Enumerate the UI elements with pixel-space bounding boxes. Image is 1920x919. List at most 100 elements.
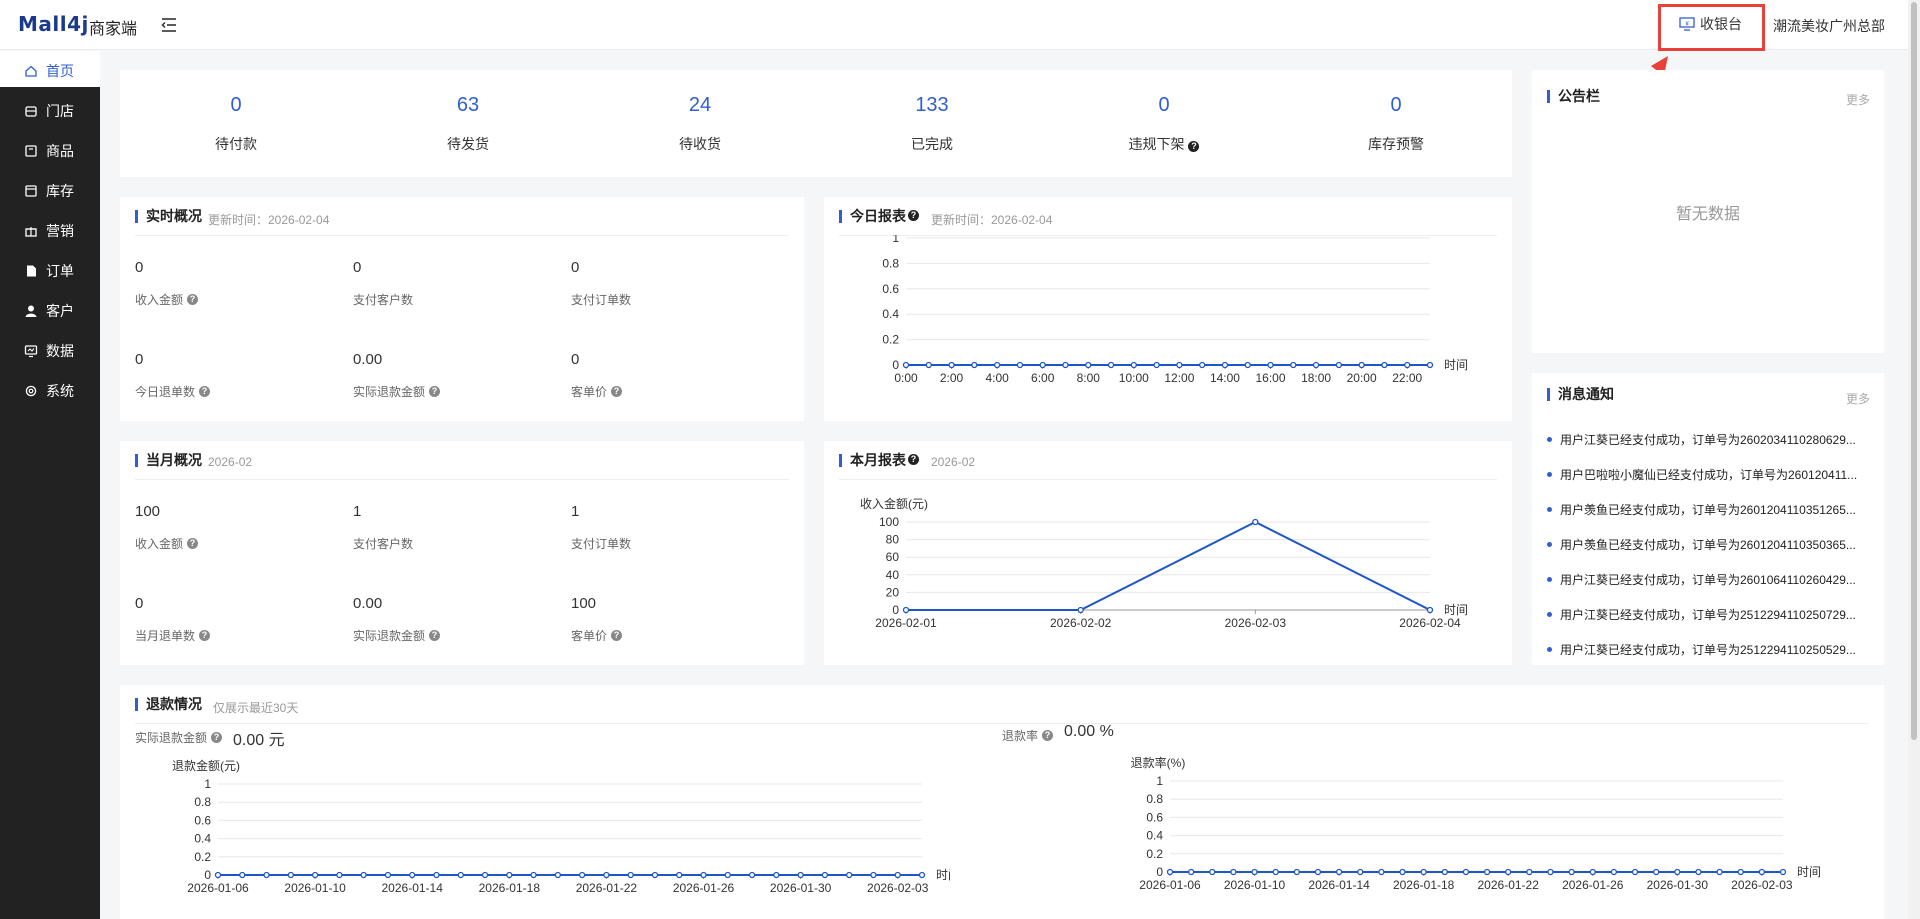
sidebar-item-7[interactable]: 数据 [0,331,100,371]
chart-icon [24,345,38,358]
stat-item[interactable]: 0 库存预警 [1280,70,1512,177]
y-tick-label: 0 [892,358,899,372]
data-point [1653,868,1660,876]
metric-value: 0.00 [353,595,383,612]
y-tick-label: 0.6 [882,282,899,296]
message-item[interactable]: 用户巴啦啦小魔仙已经支付成功，订单号为260120411... [1547,466,1857,483]
data-point [263,871,270,879]
y-tick-label: 1 [204,777,211,791]
data-point [846,871,853,879]
data-point [1547,868,1554,876]
sidebar-item-2[interactable]: 商品 [0,131,100,171]
sidebar-item-label: 系统 [46,383,74,399]
help-icon[interactable]: ? [187,538,199,549]
menu-collapse-icon[interactable] [160,16,178,34]
messages-more-link[interactable]: 更多 [1846,390,1870,407]
sidebar-item-6[interactable]: 客户 [0,291,100,331]
cashier-button[interactable]: ¥ 收银台 [1679,11,1742,37]
message-item[interactable]: 用户江葵已经支付成功，订单号为2602034110280629... [1547,431,1856,448]
month-report-title: 本月报表 [839,453,906,467]
scrollbar-thumb[interactable] [1911,2,1917,740]
data-point [902,606,910,614]
x-tick-label: 2026-01-30 [770,881,832,895]
gift-icon [25,227,37,237]
y-tick-label: 0.4 [1146,829,1163,843]
metric-label: 收入金额? [135,535,199,552]
x-tick-label: 2026-01-14 [382,881,444,895]
data-point [1107,361,1115,369]
bullet-icon [1547,437,1552,442]
logo[interactable]: Mall4j [18,12,89,36]
data-point [1426,361,1434,369]
sidebar-item-label: 首页 [46,63,74,79]
data-point [360,871,367,879]
help-icon[interactable]: ? [908,210,919,221]
page-scrollbar[interactable] [1908,0,1920,919]
data-point [457,871,464,879]
help-icon[interactable]: ? [611,630,623,641]
bullet-icon [1547,542,1552,547]
data-point [948,361,955,369]
message-item[interactable]: 用户江葵已经支付成功，订单号为2601064110260429... [1547,571,1856,588]
stat-item[interactable]: 133 已完成 [816,70,1048,177]
y-tick-label: 40 [886,568,900,582]
data-point [1077,606,1084,614]
data-point [971,361,978,369]
message-item[interactable]: 用户羡鱼已经支付成功，订单号为2601204110350365... [1547,536,1856,553]
message-item[interactable]: 用户羡鱼已经支付成功，订单号为2601204110351265... [1547,501,1856,518]
data-point [925,361,932,369]
notice-more-link[interactable]: 更多 [1846,91,1870,108]
refund-rate-chart: 退款率(%) 0 0.2 0.4 0.6 0.8 1 时间 2026-01-06 2026-01-… [1131,755,1821,892]
data-point [1244,361,1251,369]
data-point [797,871,804,879]
stat-item[interactable]: 0 待付款 [120,70,352,177]
sidebar-item-1[interactable]: 门店 [0,91,100,131]
x-tick-label: 16:00 [1256,371,1286,385]
data-point [993,361,1001,369]
refund-title: 退款情况 [135,697,202,711]
metric-label: 当月退单数? [135,627,211,644]
stat-value: 24 [688,94,712,116]
sidebar-item-8[interactable]: 系统 [0,371,100,411]
stat-item[interactable]: 0 违规下架 ? [1048,70,1280,177]
sidebar-item-5[interactable]: 订单 [0,251,100,291]
metric-label: 支付订单数 [571,293,632,307]
help-icon[interactable]: ? [199,630,211,641]
message-item[interactable]: 用户江葵已经支付成功，订单号为2512294110250729... [1547,606,1856,623]
sidebar-item-0[interactable]: 首页 [0,51,100,91]
x-tick-label: 14:00 [1210,371,1240,385]
stat-value: 0 [1158,94,1170,116]
data-point [918,871,926,879]
data-point [409,871,416,879]
sidebar-item-4[interactable]: 营销 [0,211,100,251]
help-icon[interactable]: ? [199,386,211,397]
metric-value: 0 [571,259,580,276]
data-point [578,871,586,879]
help-icon[interactable]: ? [908,454,919,465]
stat-label: 违规下架 ? [1048,134,1280,154]
month-report-card: 本月报表 ? 2026-02 收入金额(元) 0 20 40 60 80 100 时间 2026… [824,441,1512,665]
x-tick-label: 2026-01-30 [1647,878,1709,892]
metric-label: 收入金额? [135,291,199,308]
product-icon [25,145,37,157]
refund-amount-chart: 退款金额(元) 0 0.2 0.4 0.6 0.8 1 时间 2026-01-06 2026-01… [172,758,950,895]
metric-label: 今日退单数? [135,383,211,400]
data-point [603,871,610,879]
stat-item[interactable]: 63 待发货 [352,70,584,177]
y-tick-label: 1 [1156,774,1163,788]
message-item[interactable]: 用户江葵已经支付成功，订单号为2512294110250529... [1547,641,1856,658]
data-point [311,871,319,879]
x-tick-label: 2:00 [940,371,964,385]
store-name[interactable]: 潮流美妆广州总部 [1773,16,1885,36]
help-icon[interactable]: ? [429,630,441,641]
x-tick-label: 2026-02-04 [1399,616,1461,630]
sidebar-item-3[interactable]: 库存 [0,171,100,211]
help-icon[interactable]: ? [1188,141,1200,152]
y-tick-label: 100 [879,515,899,529]
sidebar-item-label: 营销 [46,223,74,239]
monthly-title: 当月概况 [135,453,202,467]
help-icon[interactable]: ? [429,386,441,397]
stat-item[interactable]: 24 待收货 [584,70,816,177]
help-icon[interactable]: ? [187,294,199,305]
help-icon[interactable]: ? [611,386,623,397]
